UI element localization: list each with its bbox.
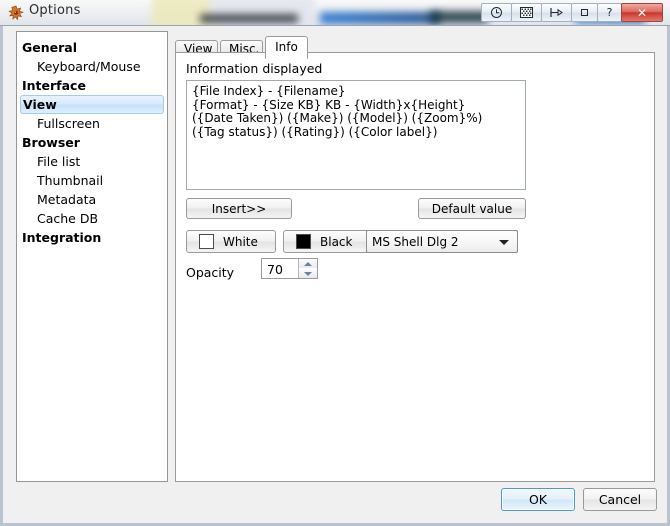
default-value-button[interactable]: Default value xyxy=(418,198,526,219)
sidebar-item-keyboard-mouse[interactable]: Keyboard/Mouse xyxy=(17,57,167,76)
black-color-label: Black xyxy=(320,234,353,249)
title-bar: Options ? ✕ xyxy=(0,0,670,26)
checkered-icon-button[interactable] xyxy=(511,3,542,22)
sidebar-item-fullscreen[interactable]: Fullscreen xyxy=(17,114,167,133)
clock-icon-button[interactable] xyxy=(481,3,512,22)
information-displayed-textarea[interactable] xyxy=(186,80,526,190)
opacity-label: Opacity xyxy=(186,265,235,280)
white-swatch-icon xyxy=(199,234,214,249)
sidebar-item-metadata[interactable]: Metadata xyxy=(17,190,167,209)
sidebar-item-cache-db[interactable]: Cache DB xyxy=(17,209,167,228)
font-select-value: MS Shell Dlg 2 xyxy=(372,234,459,249)
options-dialog-window: Options ? ✕ General Keyboard/Mouse Inter… xyxy=(0,0,670,526)
caret-down-icon xyxy=(304,271,312,276)
pin-icon-button[interactable] xyxy=(541,3,572,22)
info-tab-panel: Information displayed Insert>> Default v… xyxy=(175,52,655,482)
starburst-icon xyxy=(8,5,24,21)
black-swatch-icon xyxy=(296,234,311,249)
minimize-button[interactable] xyxy=(571,3,598,22)
opacity-value: 70 xyxy=(267,262,283,277)
ok-button[interactable]: OK xyxy=(501,488,575,511)
white-color-label: White xyxy=(223,234,258,249)
information-displayed-label: Information displayed xyxy=(186,61,323,76)
insert-button[interactable]: Insert>> xyxy=(186,198,292,219)
black-color-button[interactable]: Black xyxy=(283,230,373,253)
checkered-icon xyxy=(520,7,533,18)
pin-icon xyxy=(550,8,563,17)
minimize-icon xyxy=(581,9,588,16)
font-select[interactable]: MS Shell Dlg 2 xyxy=(366,230,518,253)
dialog-content: General Keyboard/Mouse Interface View Fu… xyxy=(0,26,670,526)
white-color-button[interactable]: White xyxy=(186,230,276,253)
close-icon: ✕ xyxy=(636,5,648,20)
sidebar-item-thumbnail[interactable]: Thumbnail xyxy=(17,171,167,190)
opacity-spin-buttons xyxy=(298,259,317,278)
sidebar-item-view[interactable]: View xyxy=(20,95,164,114)
tab-info[interactable]: Info xyxy=(265,36,308,59)
sidebar-item-integration[interactable]: Integration xyxy=(17,228,167,247)
window-title: Options xyxy=(29,3,81,18)
close-button[interactable]: ✕ xyxy=(621,3,663,22)
chevron-down-icon xyxy=(499,240,509,245)
sidebar-item-interface[interactable]: Interface xyxy=(17,76,167,95)
sidebar-item-browser[interactable]: Browser xyxy=(17,133,167,152)
opacity-decrement-button[interactable] xyxy=(299,269,317,278)
opacity-stepper[interactable]: 70 xyxy=(261,258,318,279)
opacity-increment-button[interactable] xyxy=(299,259,317,268)
clock-icon xyxy=(491,7,502,18)
settings-tree[interactable]: General Keyboard/Mouse Interface View Fu… xyxy=(16,31,168,482)
help-button[interactable]: ? xyxy=(597,3,622,22)
sidebar-item-general[interactable]: General xyxy=(17,38,167,57)
help-icon: ? xyxy=(606,6,613,19)
cancel-button[interactable]: Cancel xyxy=(583,488,657,511)
caret-up-icon xyxy=(304,261,312,266)
sidebar-item-file-list[interactable]: File list xyxy=(17,152,167,171)
